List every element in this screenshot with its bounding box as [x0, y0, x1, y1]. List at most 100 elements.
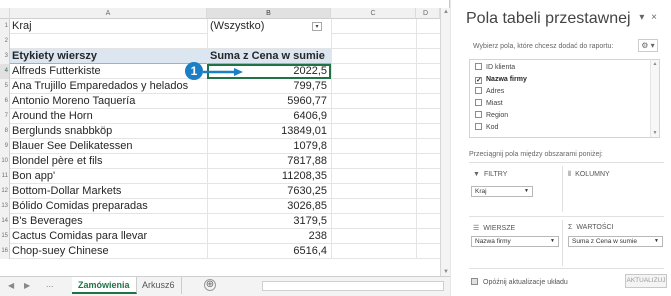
add-sheet-icon[interactable]: ⊕ — [204, 279, 216, 291]
value-cell[interactable]: 7817,88 — [207, 154, 331, 169]
cell[interactable] — [416, 139, 440, 154]
cell[interactable] — [331, 49, 416, 64]
field-item[interactable]: ✓ Nazwa firmy — [475, 75, 527, 85]
prev-sheet-icon[interactable]: ◀ — [8, 281, 14, 290]
value-cell[interactable]: 6516,4 — [207, 244, 331, 259]
cell[interactable] — [331, 184, 416, 199]
cell[interactable] — [416, 124, 440, 139]
scroll-down-icon[interactable]: ▼ — [651, 130, 659, 136]
row-number[interactable]: 12 — [0, 184, 10, 199]
horizontal-scrollbar[interactable] — [262, 281, 444, 291]
field-checkbox[interactable] — [475, 87, 482, 94]
defer-update-option[interactable]: Opóźnij aktualizacje układu — [471, 278, 568, 286]
column-header-d[interactable]: D — [416, 8, 440, 19]
row-number[interactable]: 11 — [0, 169, 10, 184]
row-number[interactable]: 10 — [0, 154, 10, 169]
cell[interactable] — [331, 124, 416, 139]
column-header-a[interactable]: A — [10, 8, 207, 19]
update-button[interactable]: AKTUALIZUJ — [625, 274, 667, 288]
checkmark-icon[interactable]: ✓ — [475, 77, 482, 84]
cell[interactable] — [331, 244, 416, 259]
field-item[interactable]: Region — [475, 111, 508, 121]
cell[interactable] — [331, 214, 416, 229]
cell[interactable] — [416, 19, 440, 34]
value-cell[interactable]: 11208,35 — [207, 169, 331, 184]
scroll-down-icon[interactable]: ▼ — [442, 268, 450, 276]
value-cell[interactable]: 13849,01 — [207, 124, 331, 139]
row-number[interactable]: 3 — [0, 49, 10, 64]
row-number[interactable]: 9 — [0, 139, 10, 154]
cell[interactable] — [331, 229, 416, 244]
value-cell[interactable]: 799,75 — [207, 79, 331, 94]
value-cell[interactable]: 1079,8 — [207, 139, 331, 154]
rows-area-item[interactable]: Nazwa firmy ▼ — [471, 236, 559, 247]
chevron-down-icon[interactable]: ▼ — [654, 237, 659, 246]
close-icon[interactable]: × — [651, 12, 657, 23]
column-header-b[interactable]: B — [207, 8, 331, 19]
gear-icon[interactable]: ⚙ ▾ — [638, 39, 658, 52]
cell[interactable] — [331, 199, 416, 214]
filter-dropdown-icon[interactable]: ▾ — [312, 22, 322, 31]
sheet-tab-arkusz6[interactable]: Arkusz6 — [136, 277, 182, 294]
field-item[interactable]: ID klienta — [475, 63, 515, 73]
cell[interactable] — [416, 214, 440, 229]
filter-value-cell[interactable]: (Wszystko) ▾ — [207, 19, 331, 34]
cell[interactable] — [416, 199, 440, 214]
field-item[interactable]: Adres — [475, 87, 504, 97]
cell[interactable] — [331, 34, 416, 49]
field-checkbox[interactable] — [475, 123, 482, 130]
cell[interactable] — [331, 64, 416, 79]
cell[interactable] — [331, 19, 416, 34]
row-number[interactable]: 14 — [0, 214, 10, 229]
row-number[interactable]: 4 — [0, 64, 10, 79]
values-area-item[interactable]: Suma z Cena w sumie ▼ — [568, 236, 663, 247]
defer-update-checkbox[interactable] — [471, 278, 478, 285]
scroll-up-icon[interactable]: ▲ — [651, 61, 659, 67]
cell[interactable] — [331, 169, 416, 184]
field-checkbox[interactable] — [475, 99, 482, 106]
row-number[interactable]: 16 — [0, 244, 10, 259]
row-number[interactable]: 7 — [0, 109, 10, 124]
cell[interactable] — [416, 244, 440, 259]
cell[interactable] — [331, 154, 416, 169]
filters-area-item[interactable]: Kraj ▼ — [471, 186, 533, 197]
cell[interactable] — [331, 94, 416, 109]
row-number[interactable]: 1 — [0, 19, 10, 34]
field-list-scrollbar[interactable]: ▲ ▼ — [650, 60, 659, 137]
cell[interactable] — [331, 139, 416, 154]
value-cell[interactable]: 238 — [207, 229, 331, 244]
value-cell[interactable]: 7630,25 — [207, 184, 331, 199]
row-number[interactable]: 2 — [0, 34, 10, 49]
value-cell[interactable]: 3026,85 — [207, 199, 331, 214]
cell[interactable] — [416, 169, 440, 184]
row-number[interactable]: 13 — [0, 199, 10, 214]
row-labels-header[interactable]: Etykiety wierszy — [10, 49, 207, 64]
next-sheet-icon[interactable]: ▶ — [24, 281, 30, 290]
cell[interactable] — [416, 49, 440, 64]
cell[interactable] — [416, 64, 440, 79]
cell[interactable] — [416, 34, 440, 49]
cell[interactable] — [416, 94, 440, 109]
values-header[interactable]: Suma z Cena w sumie — [207, 49, 331, 64]
scroll-up-icon[interactable]: ▲ — [442, 8, 450, 16]
row-number[interactable]: 15 — [0, 229, 10, 244]
more-sheets-button[interactable]: ... — [46, 279, 54, 289]
cell[interactable] — [416, 229, 440, 244]
row-number[interactable]: 8 — [0, 124, 10, 139]
cell[interactable] — [416, 109, 440, 124]
cell[interactable] — [416, 154, 440, 169]
row-number[interactable]: 5 — [0, 79, 10, 94]
field-item[interactable]: Miast — [475, 99, 503, 109]
value-cell[interactable]: 3179,5 — [207, 214, 331, 229]
cell[interactable] — [331, 79, 416, 94]
cell[interactable] — [207, 34, 331, 49]
field-item[interactable]: Kod — [475, 123, 498, 133]
vertical-scrollbar[interactable]: ▲ ▼ — [440, 8, 450, 276]
row-number[interactable]: 6 — [0, 94, 10, 109]
value-cell[interactable]: 6406,9 — [207, 109, 331, 124]
cell[interactable] — [416, 79, 440, 94]
value-cell[interactable]: 5960,77 — [207, 94, 331, 109]
cell[interactable] — [416, 184, 440, 199]
column-header-c[interactable]: C — [331, 8, 416, 19]
chevron-down-icon[interactable]: ▼ — [524, 187, 529, 196]
